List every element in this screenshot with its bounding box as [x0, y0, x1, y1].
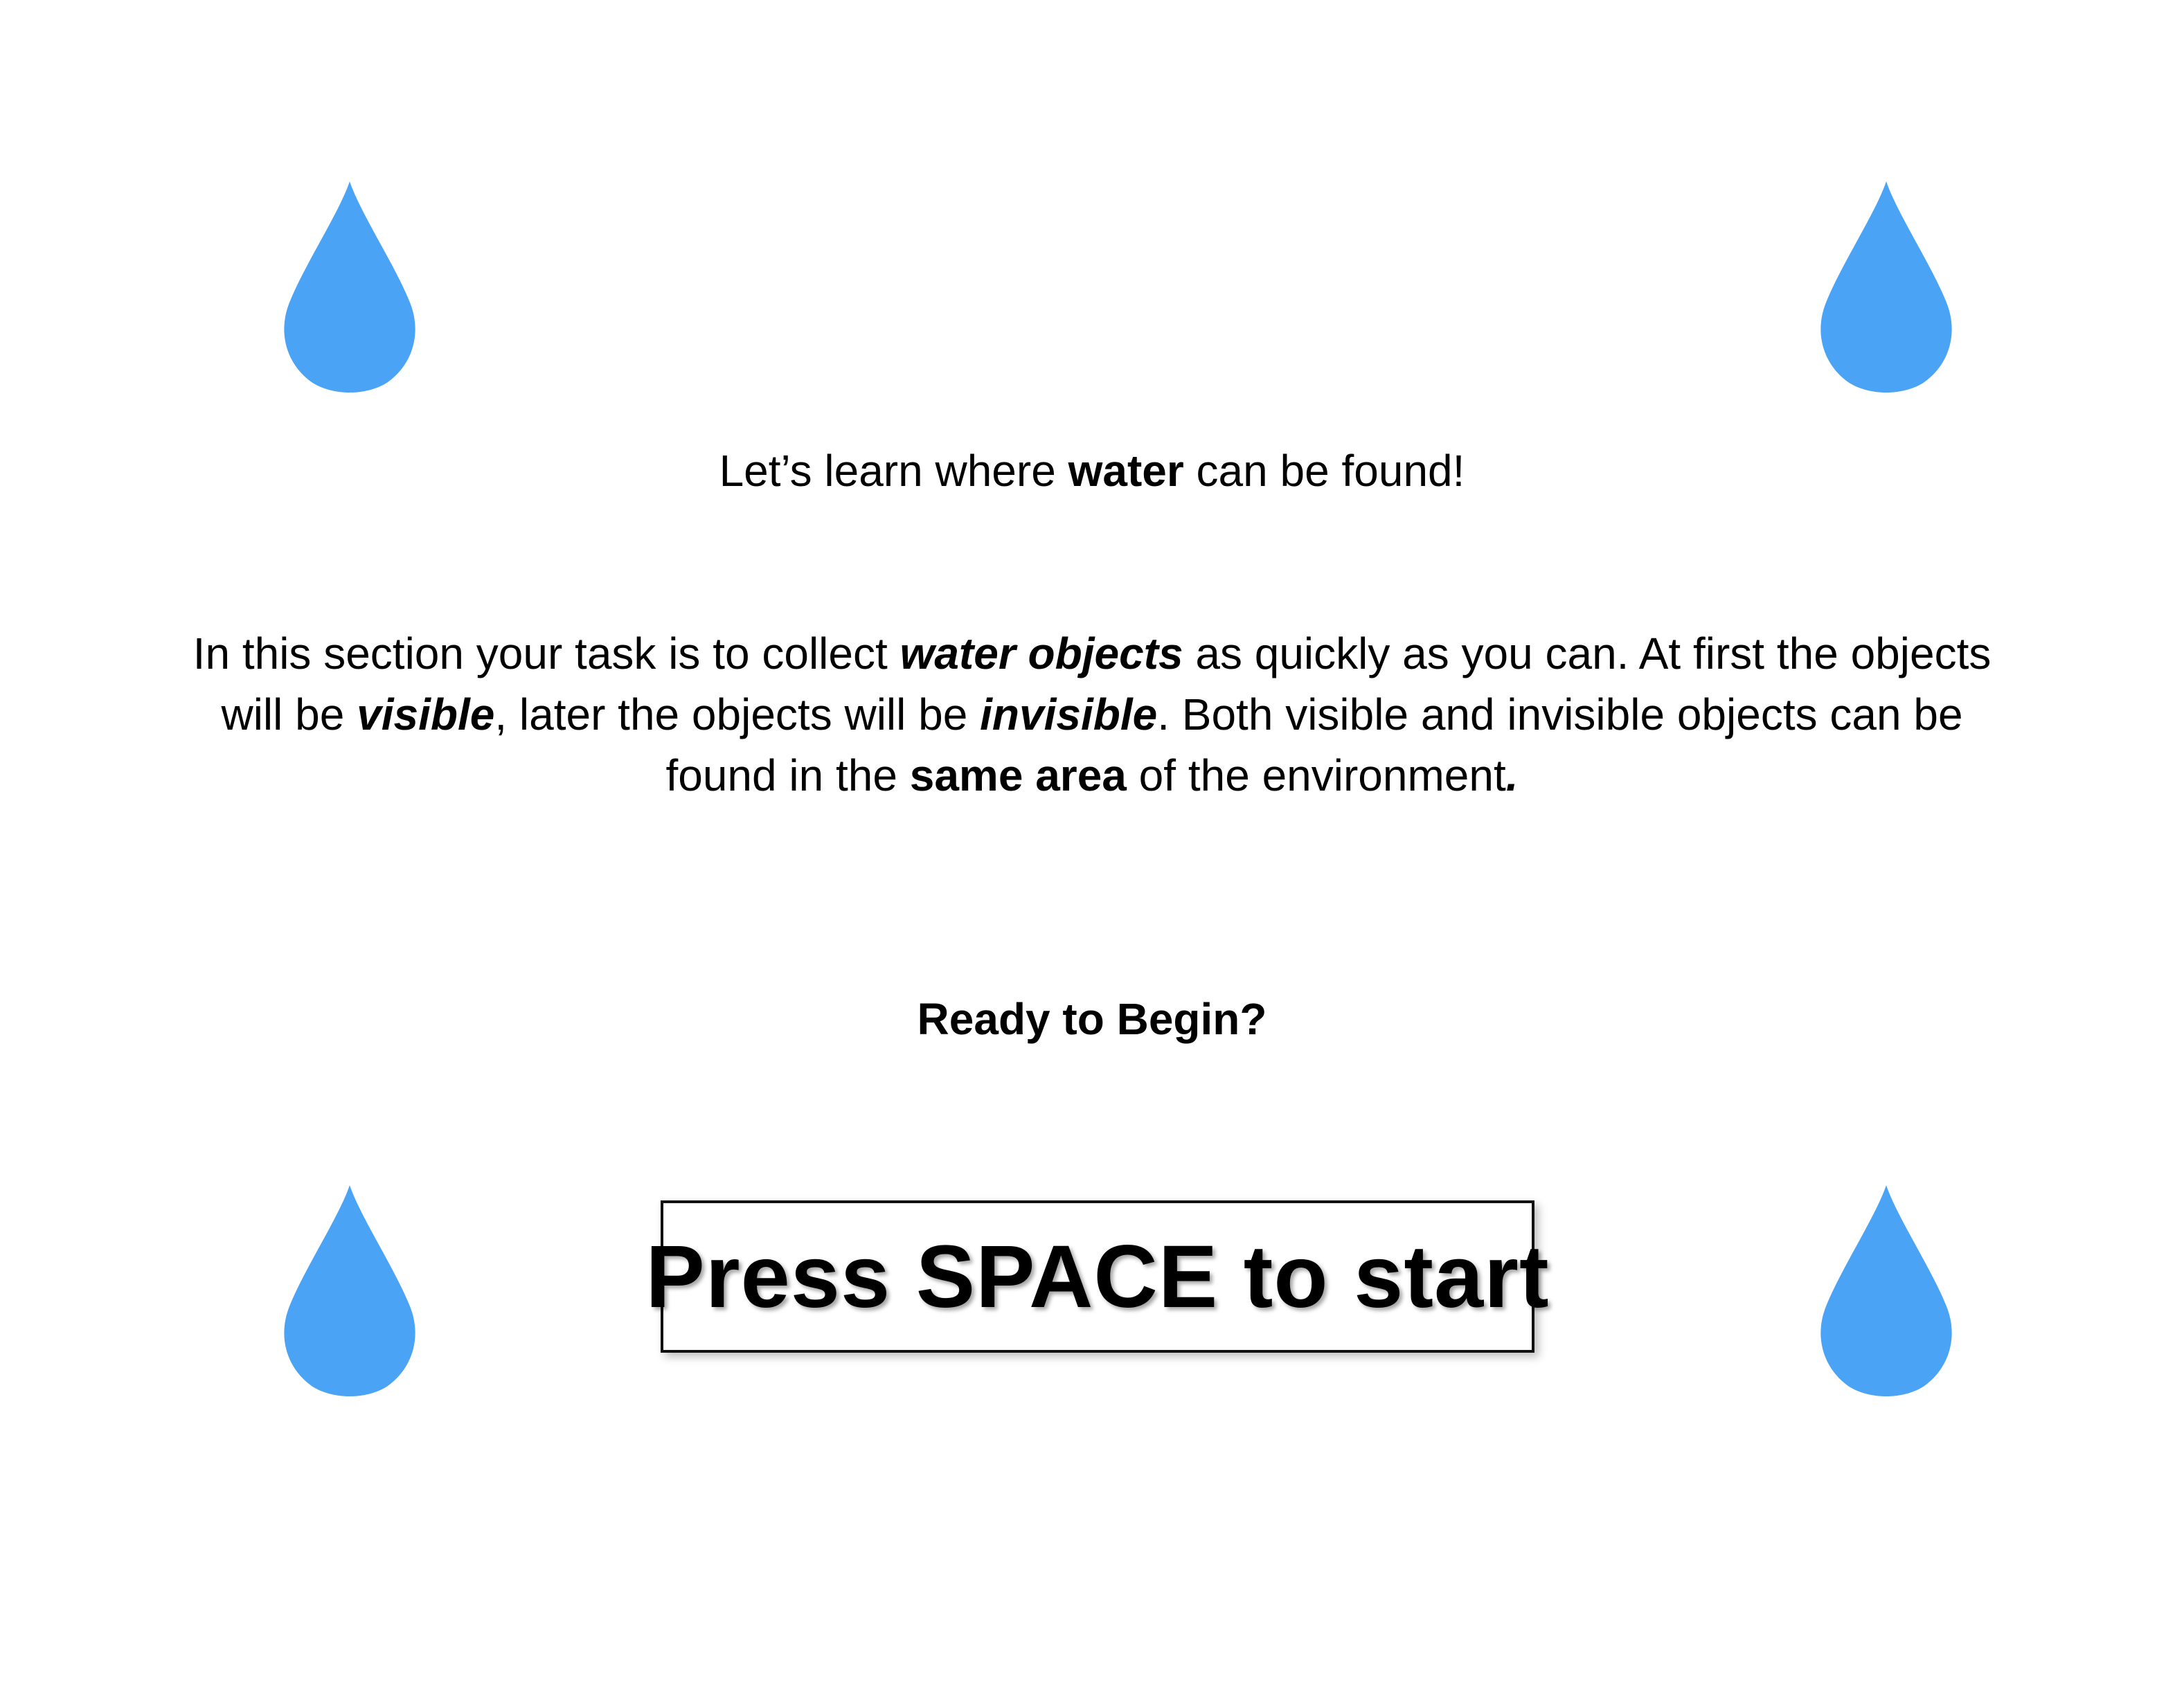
intro-text-after: can be found!	[1183, 446, 1465, 496]
intro-heading: Let’s learn where water can be found!	[0, 443, 2184, 498]
intro-text-before: Let’s learn where	[719, 446, 1068, 496]
instructions-end-punctuation: .	[1505, 750, 1519, 800]
water-drop-icon	[1820, 181, 1952, 393]
water-drop-icon	[284, 1185, 415, 1397]
instructions-emphasis-water-objects: water objects	[899, 629, 1183, 678]
instructions-text: In this section your task is to collect	[193, 629, 900, 678]
ready-prompt: Ready to Begin?	[917, 994, 1267, 1044]
instructions-emphasis-visible: visible	[357, 690, 495, 739]
start-button[interactable]: Press SPACE to start	[645, 1200, 1549, 1353]
instructions-text: , later the objects will be	[494, 690, 981, 739]
water-drop-icon	[284, 181, 415, 393]
water-drop-icon	[1820, 1185, 1952, 1397]
start-button-label: Press SPACE to start	[645, 1227, 1550, 1326]
instructions-text: of the environment	[1126, 750, 1506, 800]
instructions-paragraph: In this section your task is to collect …	[187, 623, 1997, 806]
instructions-emphasis-invisible: invisible	[980, 690, 1158, 739]
intro-text-bold: water	[1068, 446, 1184, 496]
instructions-emphasis-same-area: same area	[909, 750, 1127, 800]
